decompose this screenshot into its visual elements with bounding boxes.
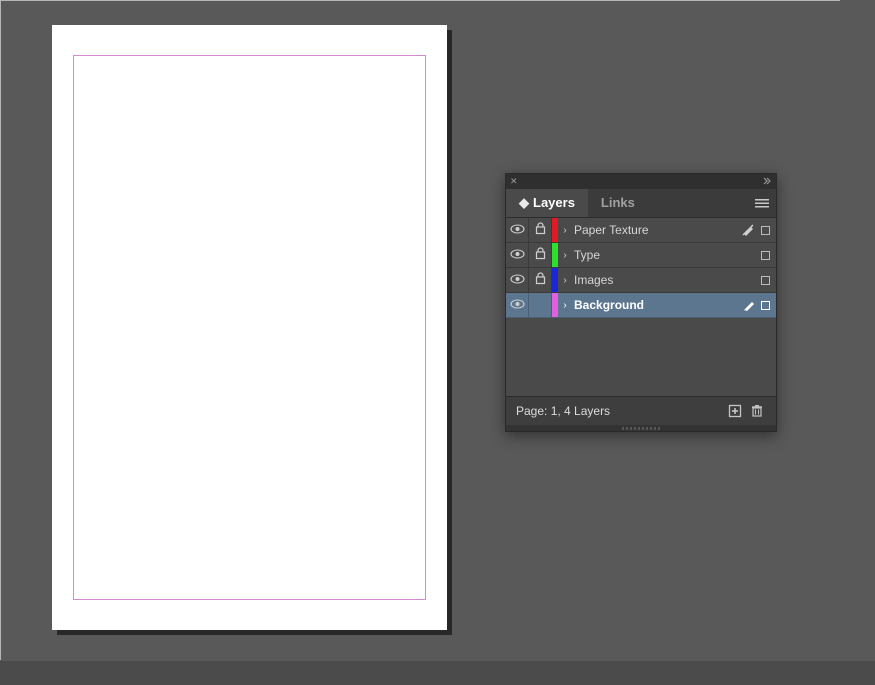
layer-name-label[interactable]: Paper Texture [572, 223, 741, 237]
crossed-pencil-icon [741, 223, 755, 237]
lock-toggle[interactable] [529, 243, 552, 267]
layers-panel: ✕ ◆ Layers Links ›Paper Texture›Type›Ima… [505, 173, 777, 432]
layer-row-icons [761, 251, 776, 260]
panel-footer: Page: 1, 4 Layers [506, 396, 776, 425]
layer-row[interactable]: ›Paper Texture [506, 218, 776, 243]
selection-indicator[interactable] [761, 276, 770, 285]
layer-row[interactable]: ›Background [506, 293, 776, 318]
lock-toggle[interactable] [529, 268, 552, 292]
layer-name-label[interactable]: Background [572, 298, 743, 312]
layer-name-label[interactable]: Type [572, 248, 761, 262]
app-frame-border-left [0, 0, 2, 660]
panel-tabs: ◆ Layers Links [506, 189, 776, 217]
expand-arrow-icon[interactable]: › [558, 250, 572, 261]
eye-icon [510, 273, 525, 287]
eye-icon [510, 298, 525, 312]
panel-menu-icon[interactable] [748, 189, 776, 217]
layer-row-icons [743, 299, 776, 311]
expand-arrow-icon[interactable]: › [558, 300, 572, 311]
tab-links[interactable]: Links [588, 189, 648, 217]
eye-icon [510, 223, 525, 237]
eye-icon [510, 248, 525, 262]
tab-layers[interactable]: ◆ Layers [506, 189, 588, 217]
lock-icon [535, 247, 546, 263]
app-frame-border-top [0, 0, 840, 1]
document-page[interactable] [52, 25, 447, 630]
lock-icon [535, 272, 546, 288]
close-icon[interactable]: ✕ [510, 176, 518, 187]
lock-toggle[interactable] [529, 218, 552, 242]
layer-row[interactable]: ›Images [506, 268, 776, 293]
delete-layer-button[interactable] [746, 400, 768, 422]
selection-indicator[interactable] [761, 251, 770, 260]
lock-toggle[interactable] [529, 293, 552, 317]
panel-titlebar[interactable]: ✕ [506, 174, 776, 189]
tab-links-label: Links [601, 189, 635, 217]
visibility-toggle[interactable] [506, 268, 529, 292]
visibility-toggle[interactable] [506, 293, 529, 317]
panel-resize-gripper[interactable] [506, 425, 776, 431]
panel-footer-text: Page: 1, 4 Layers [516, 404, 610, 418]
new-layer-button[interactable] [724, 400, 746, 422]
layer-name-label[interactable]: Images [572, 273, 761, 287]
layer-row-icons [761, 276, 776, 285]
visibility-toggle[interactable] [506, 218, 529, 242]
expand-arrow-icon[interactable]: › [558, 275, 572, 286]
layer-row[interactable]: ›Type [506, 243, 776, 268]
layer-list: ›Paper Texture›Type›Images›Background [506, 217, 776, 396]
lock-icon [535, 222, 546, 238]
expand-arrow-icon[interactable]: › [558, 225, 572, 236]
document-artboard[interactable] [52, 25, 447, 630]
app-bottom-strip [0, 661, 875, 685]
visibility-toggle[interactable] [506, 243, 529, 267]
pen-icon [743, 299, 755, 311]
collapse-panel-icon[interactable] [762, 177, 772, 187]
selection-indicator[interactable] [761, 226, 770, 235]
layer-row-icons [741, 223, 776, 237]
margin-guides [73, 55, 426, 600]
selection-indicator[interactable] [761, 301, 770, 310]
tab-layers-label: Layers [533, 189, 575, 217]
